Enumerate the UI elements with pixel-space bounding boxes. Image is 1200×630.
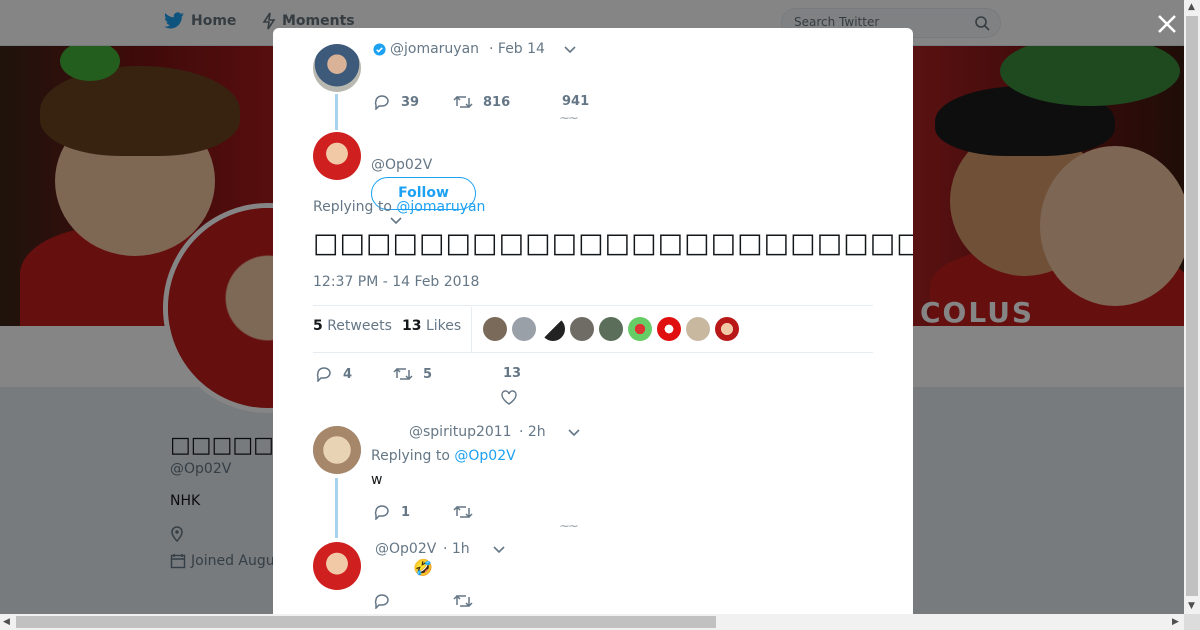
close-button[interactable] — [1155, 12, 1179, 36]
scroll-up-arrow-icon[interactable]: ▲ — [1188, 2, 1195, 12]
heart-icon[interactable] — [501, 390, 517, 405]
chevron-down-icon[interactable] — [563, 45, 577, 55]
reply1-reply-count: 1 — [401, 504, 411, 520]
reply1-avatar[interactable] — [313, 426, 361, 474]
reply1-replying-prefix: Replying to — [371, 448, 450, 464]
divider-top — [313, 305, 873, 306]
liker-avatar[interactable] — [715, 317, 739, 341]
parent-like-count: 941 — [562, 94, 590, 109]
parent-reply-action[interactable]: 39 — [373, 94, 419, 110]
parent-reply-count: 39 — [401, 94, 420, 110]
reply1-chevron-down-icon[interactable] — [567, 428, 581, 438]
close-icon — [1158, 15, 1176, 33]
reply2-retweet-action[interactable] — [453, 593, 473, 609]
scroll-left-arrow-icon[interactable]: ◀ — [3, 617, 10, 627]
liker-avatar[interactable] — [628, 317, 652, 341]
vertical-scroll-thumb[interactable] — [1186, 16, 1198, 596]
retweets-label: Retweets — [327, 318, 392, 334]
reply2-avatar[interactable] — [313, 542, 361, 590]
parent-tweet-avatar[interactable] — [313, 44, 361, 92]
reply-icon — [374, 95, 389, 110]
parent-tweet-handle[interactable]: @jomaruyan — [390, 41, 479, 57]
main-like-count: 13 — [503, 366, 522, 381]
likes-label: Likes — [425, 318, 462, 334]
thread-connector-2 — [335, 478, 338, 538]
liker-avatar[interactable] — [657, 317, 681, 341]
parent-like-action[interactable]: 941 — [562, 94, 589, 109]
horizontal-scroll-thumb[interactable] — [16, 616, 716, 628]
reply2-reply-action[interactable] — [373, 593, 391, 609]
reply1-time[interactable]: · 2h — [519, 424, 546, 440]
reply1-retweet-action[interactable] — [453, 504, 473, 520]
reply1-reply-action[interactable]: 1 — [373, 504, 410, 520]
reply2-time[interactable]: · 1h — [443, 541, 470, 557]
reply1-text: w — [371, 472, 383, 488]
liker-avatars — [483, 317, 739, 341]
main-tweet-text: □□□□□□□□□□□□□□□□□□□□□□□□□□□□□□□□□□□□□□□🤣… — [313, 228, 913, 259]
main-replying-handle[interactable]: @jomaruyan — [396, 199, 485, 215]
main-chevron-down-icon[interactable] — [389, 216, 403, 226]
main-tweet-avatar[interactable] — [313, 132, 361, 180]
parent-like-heart-icon[interactable]: ⁓⁓ — [560, 114, 578, 124]
retweet-icon — [453, 594, 473, 608]
liker-avatar[interactable] — [570, 317, 594, 341]
parent-retweet-count: 816 — [483, 94, 511, 110]
main-replying-prefix: Replying to — [313, 199, 392, 215]
retweets-count: 5 — [313, 318, 323, 334]
scroll-down-arrow-icon[interactable]: ▼ — [1188, 601, 1195, 611]
stats-separator — [471, 307, 472, 352]
reply2-chevron-down-icon[interactable] — [492, 545, 506, 555]
retweet-icon — [393, 367, 413, 381]
horizontal-scrollbar[interactable]: ◀ ▶ — [0, 614, 1184, 630]
divider-bottom — [313, 352, 873, 353]
vertical-scrollbar[interactable]: ▲ ▼ — [1184, 0, 1200, 614]
reply2-handle[interactable]: @Op02V — [375, 541, 436, 557]
tweet-modal: @jomaruyan · Feb 14 39 816 941 ⁓⁓ @Op02V… — [273, 28, 913, 614]
scrollbar-corner — [1184, 614, 1200, 630]
main-like-action[interactable]: 13 — [503, 366, 521, 381]
liker-avatar[interactable] — [483, 317, 507, 341]
likes-stat[interactable]: 13 Likes — [402, 318, 461, 334]
scroll-right-arrow-icon[interactable]: ▶ — [1172, 617, 1179, 627]
retweet-icon — [453, 505, 473, 519]
reply-icon — [316, 367, 331, 382]
verified-badge-icon — [373, 43, 386, 56]
main-tweet-handle[interactable]: @Op02V — [371, 157, 432, 173]
main-tweet-timestamp[interactable]: 12:37 PM - 14 Feb 2018 — [313, 274, 479, 290]
liker-avatar[interactable] — [541, 317, 565, 341]
main-replying-to: Replying to @jomaruyan — [313, 199, 485, 215]
reply1-like-icon[interactable]: ⁓⁓ — [560, 522, 578, 532]
reply1-replying-handle[interactable]: @Op02V — [454, 448, 515, 464]
liker-avatar[interactable] — [512, 317, 536, 341]
main-reply-count: 4 — [343, 366, 353, 382]
reply2-text: 🤣 — [413, 558, 433, 577]
parent-retweet-action[interactable]: 816 — [453, 94, 510, 110]
parent-tweet-date[interactable]: · Feb 14 — [489, 41, 545, 57]
main-reply-action[interactable]: 4 — [315, 366, 352, 382]
main-retweet-count: 5 — [423, 366, 433, 382]
reply-icon — [374, 594, 389, 609]
reply1-handle[interactable]: @spiritup2011 — [409, 424, 512, 440]
retweets-stat[interactable]: 5 Retweets — [313, 318, 392, 334]
thread-connector — [335, 94, 338, 130]
reply1-replying-to: Replying to @Op02V — [371, 448, 516, 464]
liker-avatar[interactable] — [686, 317, 710, 341]
retweet-icon — [453, 95, 473, 109]
main-retweet-action[interactable]: 5 — [393, 366, 432, 382]
liker-avatar[interactable] — [599, 317, 623, 341]
likes-count: 13 — [402, 318, 422, 334]
reply-icon — [374, 505, 389, 520]
